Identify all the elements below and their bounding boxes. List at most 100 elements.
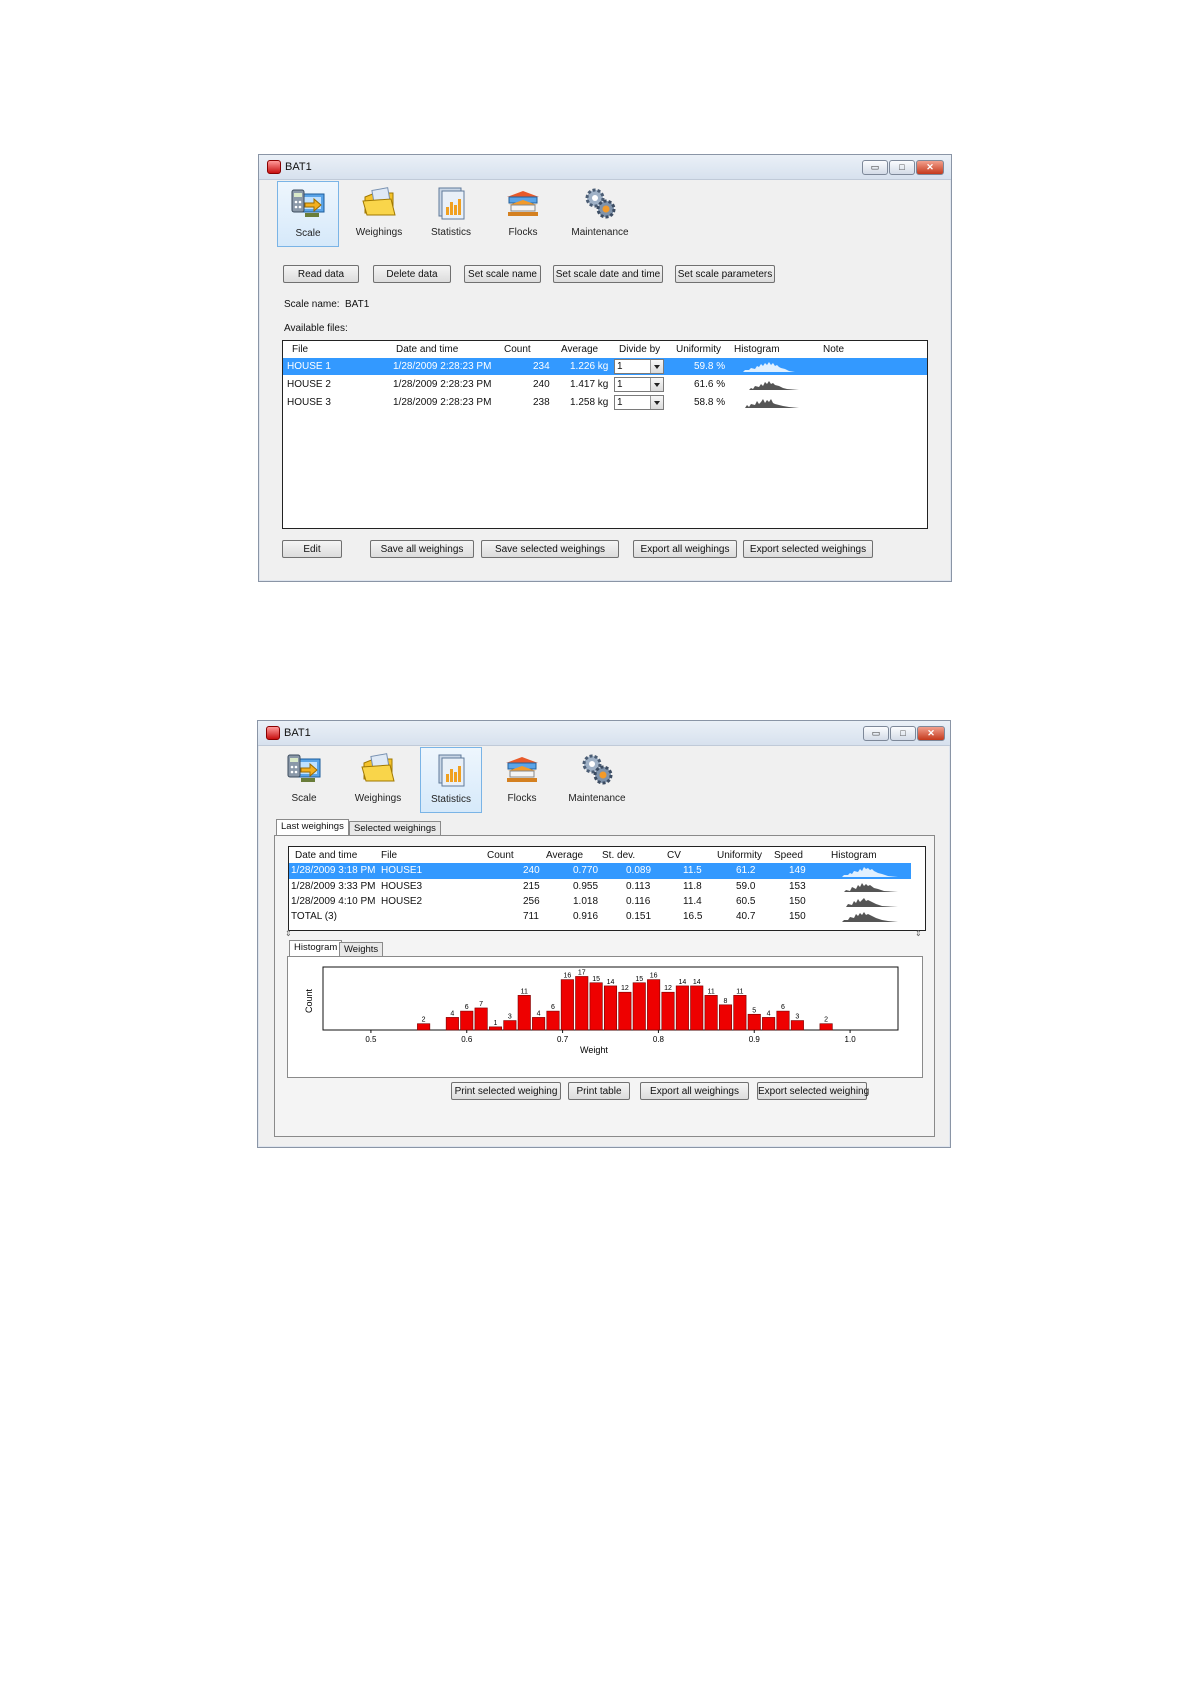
splitter-grip-right[interactable]: ⇕	[915, 929, 922, 938]
tab-last-weighings[interactable]: Last weighings	[276, 819, 349, 836]
col-note[interactable]: Note	[823, 344, 844, 355]
col-count[interactable]: Count	[487, 850, 514, 861]
weight-histogram-chart: 2 4 6 7 1 3 11 4 6 16 17 15 14 12 15 16 12 14 14 11 8 11 5 4 6 3 2…	[304, 966, 899, 1055]
table-row[interactable]: 1/28/2009 3:18 PM HOUSE1 240 0.770 0.089…	[289, 863, 911, 879]
divide-by-select[interactable]: 1	[614, 377, 664, 392]
histogram-bar	[675, 985, 689, 1031]
cell-uniformity: 59.8 %	[694, 361, 726, 372]
cell-file: HOUSE3	[381, 881, 423, 892]
toolbar-maintenance[interactable]: Maintenance	[565, 181, 635, 245]
col-date-time[interactable]: Date and time	[396, 344, 458, 355]
title-bar[interactable]: BAT1 ▭ □ ✕	[259, 155, 951, 180]
col-divide-by[interactable]: Divide by	[619, 344, 660, 355]
table-row[interactable]: HOUSE 2 1/28/2009 2:28:23 PM 240 1.417 k…	[283, 376, 927, 393]
export-all-weighings-button[interactable]: Export all weighings	[633, 540, 737, 558]
tab-histogram[interactable]: Histogram	[289, 940, 343, 957]
print-table-button[interactable]: Print table	[568, 1082, 630, 1100]
toolbar-weighings[interactable]: Weighings	[348, 747, 408, 811]
cell-speed: 150	[789, 896, 806, 907]
col-histogram[interactable]: Histogram	[831, 850, 877, 861]
col-date-time[interactable]: Date and time	[295, 850, 357, 861]
cell-datetime: 1/28/2009 4:10 PM	[291, 896, 376, 907]
export-all-weighings-button[interactable]: Export all weighings	[640, 1082, 749, 1100]
close-button[interactable]: ✕	[917, 726, 945, 741]
toolbar-maintenance[interactable]: Maintenance	[562, 747, 632, 811]
col-cv[interactable]: CV	[667, 850, 681, 861]
export-selected-weighings-button[interactable]: Export selected weighings	[743, 540, 873, 558]
col-histogram[interactable]: Histogram	[734, 344, 780, 355]
print-selected-weighing-button[interactable]: Print selected weighing	[451, 1082, 561, 1100]
cell-speed: 150	[789, 911, 806, 922]
col-file[interactable]: File	[292, 344, 308, 355]
divide-by-select[interactable]: 1	[614, 359, 664, 374]
files-table[interactable]: File Date and time Count Average Divide …	[282, 340, 928, 529]
divide-by-select[interactable]: 1	[614, 395, 664, 410]
col-uniformity[interactable]: Uniformity	[717, 850, 762, 861]
x-tick-label: 0.6	[461, 1035, 473, 1044]
cell-count: 711	[523, 911, 539, 922]
minimize-button[interactable]: ▭	[862, 160, 888, 175]
title-bar[interactable]: BAT1 ▭ □ ✕	[258, 721, 950, 746]
bar-data-label: 4	[767, 1010, 771, 1017]
cell-count: 215	[523, 881, 540, 892]
set-scale-date-time-button[interactable]: Set scale date and time	[553, 265, 663, 283]
cell-count: 238	[533, 397, 550, 408]
window-title: BAT1	[284, 727, 311, 739]
close-button[interactable]: ✕	[916, 160, 944, 175]
cell-datetime: 1/28/2009 3:33 PM	[291, 881, 376, 892]
edit-button[interactable]: Edit	[282, 540, 342, 558]
cell-cv: 11.5	[683, 865, 702, 876]
bar-data-label: 11	[707, 988, 714, 995]
save-all-weighings-button[interactable]: Save all weighings	[370, 540, 474, 558]
col-average[interactable]: Average	[561, 344, 598, 355]
tab-weights[interactable]: Weights	[339, 942, 384, 957]
maximize-button[interactable]: □	[890, 726, 916, 741]
col-st-dev[interactable]: St. dev.	[602, 850, 635, 861]
chevron-down-icon[interactable]	[650, 360, 663, 373]
toolbar-flocks[interactable]: Flocks	[492, 747, 552, 811]
maintenance-gears-icon	[585, 188, 616, 219]
weighings-table[interactable]: Date and time File Count Average St. dev…	[288, 846, 926, 931]
table-row[interactable]: 1/28/2009 3:33 PM HOUSE3 215 0.955 0.113…	[289, 879, 925, 894]
table-row[interactable]: HOUSE 3 1/28/2009 2:28:23 PM 238 1.258 k…	[283, 394, 927, 411]
toolbar-scale[interactable]: Scale	[274, 747, 334, 811]
col-average[interactable]: Average	[546, 850, 583, 861]
col-uniformity[interactable]: Uniformity	[676, 344, 721, 355]
set-scale-name-button[interactable]: Set scale name	[464, 265, 541, 283]
chevron-down-icon[interactable]	[650, 396, 663, 409]
toolbar-scale[interactable]: Scale	[277, 181, 339, 247]
histogram-bar	[603, 985, 618, 1031]
read-data-button[interactable]: Read data	[283, 265, 359, 283]
splitter-grip-left[interactable]: ⇕	[285, 929, 292, 938]
y-axis-label: Count	[304, 988, 314, 1013]
bar-data-label: 6	[781, 1004, 785, 1011]
histogram-bar	[503, 1020, 517, 1031]
col-count[interactable]: Count	[504, 344, 531, 355]
histogram-panel: 2 4 6 7 1 3 11 4 6 16 17 15 14 12 15 16 12 14 14 11 8 11 5 4 6 3 2…	[287, 956, 923, 1078]
toolbar-flocks[interactable]: Flocks	[493, 181, 553, 245]
table-row[interactable]: 1/28/2009 4:10 PM HOUSE2 256 1.018 0.116…	[289, 894, 925, 909]
histogram-bar	[704, 995, 718, 1031]
chevron-down-icon[interactable]	[650, 378, 663, 391]
export-selected-weighing-button[interactable]: Export selected weighing	[757, 1082, 869, 1100]
toolbar-statistics[interactable]: Statistics	[420, 747, 482, 813]
minimize-button[interactable]: ▭	[863, 726, 889, 741]
tab-selected-weighings[interactable]: Selected weighings	[349, 821, 441, 836]
delete-data-button[interactable]: Delete data	[373, 265, 451, 283]
toolbar-weighings[interactable]: Weighings	[349, 181, 409, 245]
col-file[interactable]: File	[381, 850, 397, 861]
toolbar-statistics[interactable]: Statistics	[421, 181, 481, 245]
cell-file: HOUSE 3	[287, 397, 331, 408]
bar-data-label: 2	[422, 1017, 426, 1024]
maximize-button[interactable]: □	[889, 160, 915, 175]
histogram-thumbnail	[832, 867, 898, 877]
histogram-bar	[575, 976, 589, 1031]
col-speed[interactable]: Speed	[774, 850, 803, 861]
table-row[interactable]: HOUSE 1 1/28/2009 2:28:23 PM 234 1.226 k…	[283, 358, 927, 375]
cell-average: 0.770	[573, 865, 599, 876]
bar-data-label: 6	[465, 1004, 469, 1011]
save-selected-weighings-button[interactable]: Save selected weighings	[481, 540, 619, 558]
set-scale-parameters-button[interactable]: Set scale parameters	[675, 265, 775, 283]
table-row[interactable]: TOTAL (3) 711 0.916 0.151 16.5 40.7 150	[289, 909, 925, 924]
histogram-bar	[417, 1023, 431, 1031]
